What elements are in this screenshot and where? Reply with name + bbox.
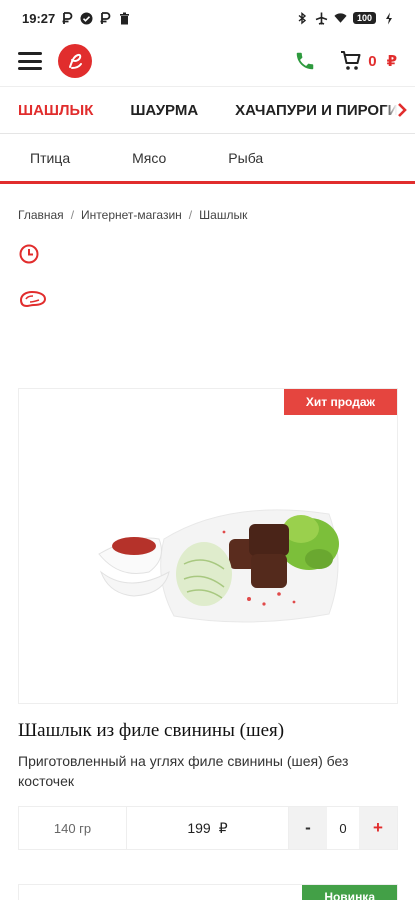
tabs-scroll-right-button[interactable] [385,87,415,133]
decrease-quantity-button[interactable]: - [289,807,327,849]
breadcrumb-separator: / [188,208,193,222]
battery-indicator: 100 [352,12,376,24]
cart-count: 0 [368,52,377,70]
breadcrumb-home[interactable]: Главная [18,208,64,222]
check-circle-icon [80,12,93,25]
app-header: 0 ₽ [0,36,415,86]
ruble-app-icon-2 [99,11,112,25]
price-value: 199 [187,820,211,836]
steak-icon[interactable] [18,286,48,312]
chevron-right-icon [398,103,407,117]
increase-quantity-button[interactable]: + [359,807,397,849]
status-time: 19:27 [22,10,56,26]
wifi-icon [334,12,347,25]
charging-icon [382,12,395,25]
quantity-value: 0 [339,820,347,836]
product-image[interactable] [79,444,359,654]
tab-shaurma[interactable]: Шаурма [130,102,198,119]
category-tabs: Шашлык Шаурма Хачапури и пироги [0,86,415,134]
clock-icon[interactable] [18,242,44,268]
subcategory-tabs: Птица Мясо Рыба [0,134,415,184]
airplane-icon [315,12,328,25]
filter-icons [0,222,415,312]
breadcrumb-separator: / [70,208,75,222]
status-bar: 19:27 100 [0,0,415,36]
product-weight: 140 гр [19,807,127,849]
ruble-app-icon [61,11,74,25]
logo-mark-icon [69,53,82,69]
breadcrumb: Главная / Интернет-магазин / Шашлык [0,184,415,222]
subtab-meat[interactable]: Мясо [132,150,166,166]
bluetooth-icon [296,11,309,25]
status-right: 100 [296,11,395,25]
breadcrumb-shop[interactable]: Интернет-магазин [81,208,182,222]
product-price: 199 ₽ [127,807,289,849]
phone-icon[interactable] [294,50,316,72]
subtab-poultry[interactable]: Птица [30,150,70,166]
price-currency: ₽ [218,819,228,836]
brand-logo[interactable] [58,44,92,78]
trash-icon [118,12,131,25]
menu-icon[interactable] [18,52,42,70]
subtab-fish[interactable]: Рыба [228,150,263,166]
tab-shashlik[interactable]: Шашлык [18,102,93,119]
tab-khachapuri[interactable]: Хачапури и пироги [235,102,398,119]
cart-button[interactable]: 0 ₽ [340,50,397,72]
quantity-stepper: - 0 + [289,807,397,849]
cart-icon [341,51,361,70]
product-description: Приготовленный на углях филе свинины (ше… [18,753,349,789]
price-row: 140 гр 199 ₽ - 0 + [18,806,398,850]
header-actions: 0 ₽ [294,50,397,72]
cart-currency: ₽ [386,53,397,70]
hit-badge: Хит продаж [283,389,397,415]
new-badge: Новинка [302,885,397,900]
product-card[interactable]: Хит продаж [18,388,398,704]
next-product-card[interactable]: Новинка [18,884,398,900]
product-title[interactable]: Шашлык из филе свинины (шея) [18,720,284,742]
status-left: 19:27 [22,11,131,26]
breadcrumb-current: Шашлык [199,208,248,222]
